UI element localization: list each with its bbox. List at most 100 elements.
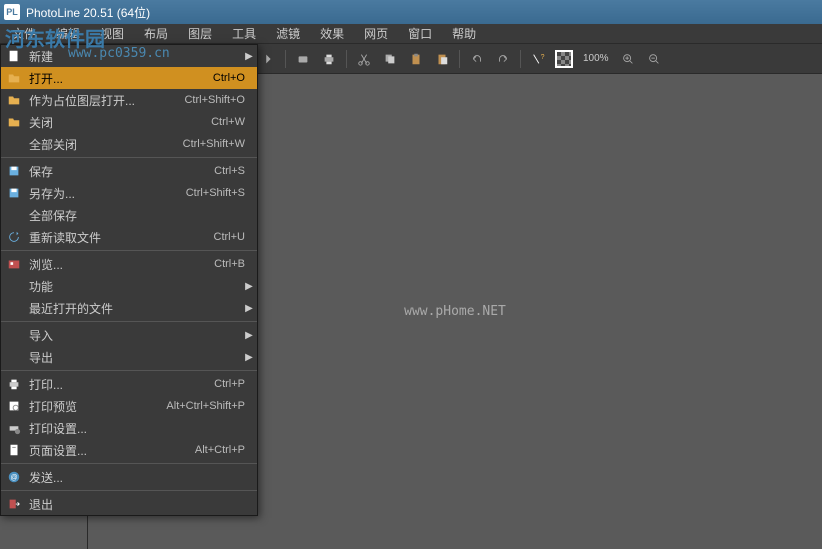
menu-item-label: 页面设置... [27, 442, 195, 459]
browse-icon [1, 257, 27, 271]
preview-icon [1, 399, 27, 413]
submenu-arrow-icon: ▶ [241, 303, 257, 314]
menu-item-8[interactable]: 全部保存 [1, 204, 257, 226]
separator [459, 50, 460, 68]
separator [346, 50, 347, 68]
menu-item-3[interactable]: 关闭Ctrl+W [1, 111, 257, 133]
clipboard-button[interactable] [431, 48, 453, 70]
menu-item-label: 新建 [27, 48, 241, 65]
menu-item-1[interactable]: 打开...Ctrl+O [1, 67, 257, 89]
menu-item-label: 打开... [27, 70, 213, 87]
menu-item-19[interactable]: 打印预览Alt+Ctrl+Shift+P [1, 395, 257, 417]
cut-button[interactable] [353, 48, 375, 70]
zoom-in-button[interactable] [617, 48, 639, 70]
transparency-button[interactable] [553, 48, 575, 70]
menu-item-shortcut: Ctrl+Shift+S [186, 187, 257, 199]
window-title: PhotoLine 20.51 (64位) [26, 4, 150, 21]
separator [520, 50, 521, 68]
next-button[interactable] [257, 48, 279, 70]
menu-item-23[interactable]: @ 发送... [1, 466, 257, 488]
open-icon [1, 115, 27, 129]
menu-file[interactable]: 文件 [2, 23, 46, 44]
menu-item-13[interactable]: 最近打开的文件▶ [1, 297, 257, 319]
menu-separator [1, 490, 257, 491]
menu-item-label: 功能 [27, 278, 241, 295]
menu-item-label: 打印... [27, 376, 214, 393]
svg-text:?: ? [541, 54, 545, 61]
menu-item-shortcut: Alt+Ctrl+Shift+P [166, 400, 257, 412]
menu-layer[interactable]: 图层 [178, 23, 222, 44]
menu-item-label: 打印设置... [27, 420, 257, 437]
menu-item-label: 全部保存 [27, 207, 257, 224]
menu-item-25[interactable]: 退出 [1, 493, 257, 515]
menu-item-shortcut: Ctrl+S [214, 165, 257, 177]
zoom-out-button[interactable] [643, 48, 665, 70]
menu-separator [1, 321, 257, 322]
help-button[interactable]: ? [527, 48, 549, 70]
menu-filter[interactable]: 滤镜 [266, 23, 310, 44]
menu-effect[interactable]: 效果 [310, 23, 354, 44]
scan-button[interactable] [292, 48, 314, 70]
separator [285, 50, 286, 68]
menu-item-label: 最近打开的文件 [27, 300, 241, 317]
save-icon [1, 186, 27, 200]
zoom-label: 100% [579, 53, 613, 64]
svg-text:@: @ [10, 475, 17, 482]
submenu-arrow-icon: ▶ [241, 352, 257, 363]
menu-item-shortcut: Ctrl+Shift+O [184, 94, 257, 106]
menu-item-label: 浏览... [27, 256, 214, 273]
menu-item-label: 全部关闭 [27, 136, 183, 153]
menu-edit[interactable]: 编辑 [46, 23, 90, 44]
submenu-arrow-icon: ▶ [241, 281, 257, 292]
menu-item-shortcut: Ctrl+O [213, 72, 257, 84]
menu-help[interactable]: 帮助 [442, 23, 486, 44]
menu-item-label: 另存为... [27, 185, 186, 202]
menu-item-label: 导出 [27, 349, 241, 366]
menu-item-12[interactable]: 功能▶ [1, 275, 257, 297]
menu-item-4[interactable]: 全部关闭Ctrl+Shift+W [1, 133, 257, 155]
menu-separator [1, 370, 257, 371]
menu-item-shortcut: Ctrl+B [214, 258, 257, 270]
menubar: 文件 编辑 视图 布局 图层 工具 滤镜 效果 网页 窗口 帮助 [0, 24, 822, 44]
menu-item-label: 发送... [27, 469, 257, 486]
open-icon [1, 71, 27, 85]
menu-item-shortcut: Ctrl+W [211, 116, 257, 128]
undo-button[interactable] [466, 48, 488, 70]
menu-item-15[interactable]: 导入▶ [1, 324, 257, 346]
mail-icon: @ [1, 470, 27, 484]
print-button[interactable] [318, 48, 340, 70]
print-icon [1, 377, 27, 391]
menu-item-label: 保存 [27, 163, 214, 180]
menu-item-label: 重新读取文件 [27, 229, 214, 246]
menu-item-6[interactable]: 保存Ctrl+S [1, 160, 257, 182]
menu-separator [1, 463, 257, 464]
menu-view[interactable]: 视图 [90, 23, 134, 44]
menu-item-9[interactable]: 重新读取文件Ctrl+U [1, 226, 257, 248]
menu-item-18[interactable]: 打印...Ctrl+P [1, 373, 257, 395]
page-icon [1, 443, 27, 457]
redo-button[interactable] [492, 48, 514, 70]
menu-item-2[interactable]: 作为占位图层打开...Ctrl+Shift+O [1, 89, 257, 111]
menu-item-label: 关闭 [27, 114, 211, 131]
titlebar: PL PhotoLine 20.51 (64位) [0, 0, 822, 24]
app-icon: PL [4, 4, 20, 20]
paste-button[interactable] [405, 48, 427, 70]
menu-layout[interactable]: 布局 [134, 23, 178, 44]
menu-web[interactable]: 网页 [354, 23, 398, 44]
menu-item-0[interactable]: 新建▶ [1, 45, 257, 67]
submenu-arrow-icon: ▶ [241, 330, 257, 341]
file-menu-dropdown: 新建▶打开...Ctrl+O作为占位图层打开...Ctrl+Shift+O关闭C… [0, 44, 258, 516]
menu-item-7[interactable]: 另存为...Ctrl+Shift+S [1, 182, 257, 204]
watermark-center: www.pHome.NET [404, 304, 506, 319]
menu-item-label: 打印预览 [27, 398, 166, 415]
menu-window[interactable]: 窗口 [398, 23, 442, 44]
menu-item-label: 退出 [27, 496, 257, 513]
menu-item-16[interactable]: 导出▶ [1, 346, 257, 368]
menu-item-11[interactable]: 浏览...Ctrl+B [1, 253, 257, 275]
menu-tool[interactable]: 工具 [222, 23, 266, 44]
copy-button[interactable] [379, 48, 401, 70]
menu-item-21[interactable]: 页面设置...Alt+Ctrl+P [1, 439, 257, 461]
menu-item-20[interactable]: 打印设置... [1, 417, 257, 439]
open-icon [1, 93, 27, 107]
setup-icon [1, 421, 27, 435]
